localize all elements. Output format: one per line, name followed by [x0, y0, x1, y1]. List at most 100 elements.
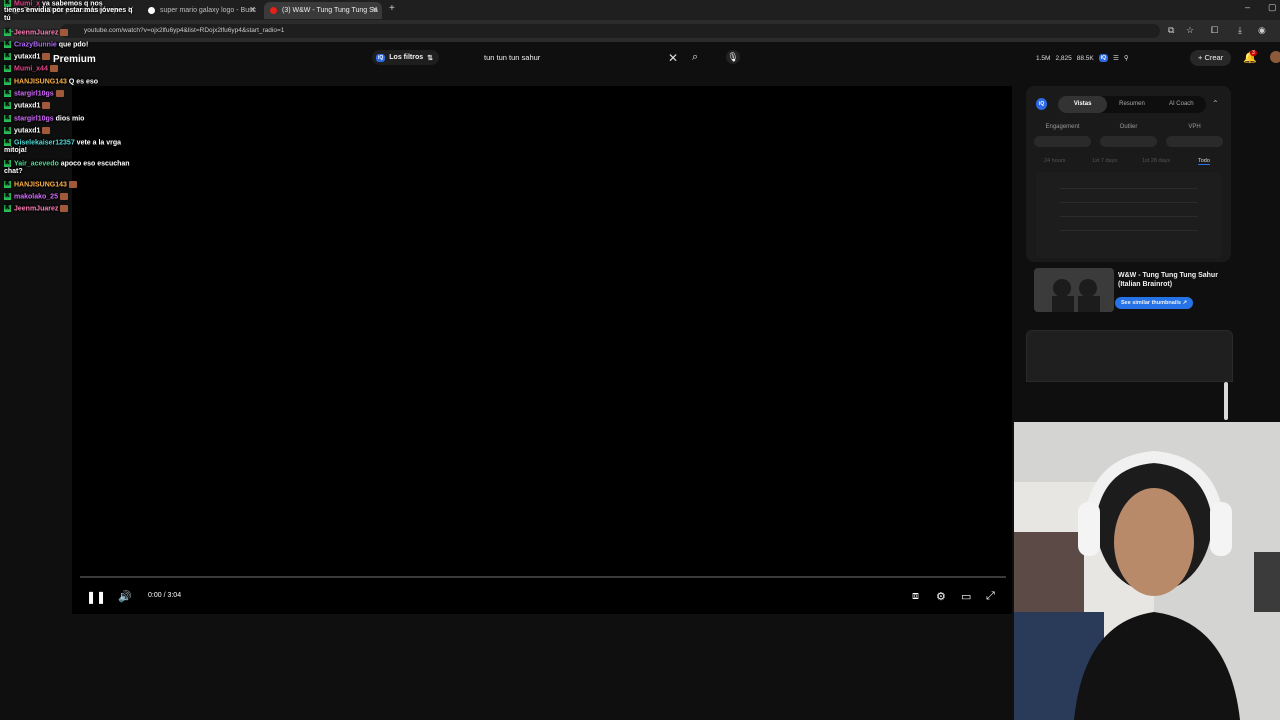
install-icon[interactable]: ⧉ [1168, 25, 1174, 36]
views-stat: 1.5M [1036, 54, 1051, 62]
tab-vistas[interactable]: Vistas [1058, 96, 1108, 113]
chat-username: Mumi_x44 [14, 65, 48, 73]
sliders-icon: ⇅ [427, 54, 433, 62]
emote-icon [68, 181, 77, 188]
tab-3[interactable]: (3) W&W - Tung Tung Tung Sa ✕ [264, 2, 382, 19]
clear-search-icon[interactable]: ✕ [668, 51, 678, 65]
chat-badge-icon: K [4, 78, 11, 85]
fullscreen-icon[interactable]: ⤢ [986, 590, 995, 603]
maximize-icon[interactable]: ▢ [1268, 2, 1277, 13]
chat-message: Kyutaxd1 [4, 127, 134, 135]
url-field[interactable]: youtube.com/watch?v=ojx2lfu6yp4&list=RDo… [60, 24, 1160, 38]
chat-message: Kmakolako_25 [4, 193, 134, 201]
metric-vph: VPH [1188, 124, 1201, 130]
tab-2[interactable]: super mario galaxy logo - Busc ✕ [142, 2, 260, 19]
chat-badge-icon: K [4, 90, 11, 97]
chart-placeholder [1036, 172, 1222, 258]
similar-thumbnails-button[interactable]: See similar thumbnails ↗ [1115, 297, 1194, 309]
emote-icon [42, 102, 51, 109]
search-input[interactable]: tun tun tun sahur [478, 48, 688, 68]
extensions-icon[interactable]: ⧠ [1211, 25, 1218, 36]
chat-message: K HANJISUNG143 [4, 181, 134, 189]
vidiq-icon[interactable]: iQ [1098, 54, 1109, 62]
secondary-panel [1026, 330, 1233, 382]
tab-close-icon[interactable]: ✕ [249, 5, 256, 14]
emote-icon [49, 65, 58, 72]
chat-message: K JeenmJuarez [4, 205, 134, 213]
chat-username: Yair_acevedo [14, 160, 59, 168]
chat-badge-icon: K [4, 53, 11, 60]
chat-badge-icon: K [4, 139, 11, 146]
likes-stat: 88.5K [1076, 54, 1094, 62]
collapse-icon[interactable]: ⌃ [1212, 99, 1219, 108]
range-24h[interactable]: 24 hours [1044, 158, 1065, 164]
trophy-icon[interactable]: ⚲ [1124, 54, 1129, 62]
search-icon[interactable]: ⌕ [692, 51, 698, 64]
external-link-icon: ↗ [1182, 300, 1188, 306]
create-button[interactable]: + Crear [1190, 50, 1232, 66]
tab-3-label: (3) W&W - Tung Tung Tung Sa [282, 7, 378, 14]
microphone-icon[interactable]: 🎙 [726, 50, 740, 64]
download-icon[interactable]: ⤓ [1238, 25, 1242, 36]
subtitles-icon[interactable]: ⧈ [912, 590, 919, 603]
metric-engagement: Engagement [1045, 124, 1080, 130]
pause-icon[interactable]: ❚❚ [86, 590, 106, 604]
metric-outlier: Outlier [1119, 124, 1138, 130]
chat-badge-icon: K [4, 41, 11, 48]
chat-message: Kstargirl10gs dios mio [4, 115, 134, 123]
video-player[interactable] [72, 86, 1012, 614]
avatar[interactable] [1270, 51, 1280, 63]
chat-badge-icon: K [4, 65, 11, 72]
chat-username: stargirl10gs [14, 115, 54, 123]
chat-text: tienes envidia por estar más jóvenes q t… [4, 7, 133, 22]
emote-icon [60, 205, 69, 212]
video-thumbnail[interactable] [1034, 268, 1114, 312]
video-title: W&W - Tung Tung Tung Sahur (Italian Brai… [1118, 272, 1218, 288]
address-bar-row: ← youtube.com/watch?v=ojx2lfu6yp4&list=R… [0, 20, 1280, 42]
similar-label: See similar thumbnails [1121, 300, 1181, 306]
list-icon[interactable]: ☰ [1113, 54, 1119, 62]
chat-message: K JeenmJuarez [4, 29, 134, 37]
chat-message: K HANJISUNG143 Q es eso [4, 78, 134, 86]
chat-username: makolako_25 [14, 193, 58, 201]
tab-2-label: super mario galaxy logo - Busc [160, 7, 257, 14]
minimize-icon[interactable]: – [1245, 2, 1250, 12]
filters-button[interactable]: iQ Los filtros ⇅ [372, 50, 439, 65]
metric-value [1034, 136, 1091, 147]
tab-resumen[interactable]: Resumen [1107, 96, 1156, 113]
chat-badge-icon: K [4, 181, 11, 188]
chat-username: JeenmJuarez [14, 29, 59, 37]
bookmark-star-icon[interactable]: ☆ [1186, 25, 1194, 36]
chat-badge-icon: K [4, 127, 11, 134]
volume-icon[interactable]: 🔊 [118, 590, 132, 603]
comments-stat: 2,825 [1055, 54, 1072, 62]
gear-icon[interactable]: ⚙ [936, 590, 946, 603]
profile-icon[interactable]: ◉ [1258, 25, 1266, 36]
chat-badge-icon: K [4, 0, 11, 7]
chat-username: HANJISUNG143 [14, 78, 67, 86]
range-all[interactable]: Todo [1198, 158, 1210, 165]
new-tab-icon[interactable]: + [389, 3, 395, 14]
chat-username: yutaxd1 [14, 53, 41, 61]
chat-badge-icon: K [4, 115, 11, 122]
emote-icon [59, 193, 68, 200]
theater-mode-icon[interactable]: ▭ [961, 590, 971, 603]
chat-username: HANJISUNG143 [14, 181, 67, 189]
chat-message: Kyutaxd1 [4, 102, 134, 110]
webcam-overlay [1014, 422, 1280, 720]
chat-message: Kyutaxd1 [4, 53, 134, 61]
range-28d[interactable]: 1st 28 days [1142, 158, 1170, 164]
chat-badge-icon: K [4, 29, 11, 36]
scrollbar[interactable] [1224, 382, 1228, 420]
progress-bar[interactable] [80, 576, 1006, 578]
tab-ai-coach[interactable]: AI Coach [1157, 96, 1206, 113]
range-7d[interactable]: 1st 7 days [1092, 158, 1117, 164]
chat-text: que pdo! [56, 41, 89, 49]
chat-message: tienes envidia por estar más jóvenes q t… [4, 7, 134, 23]
chat-message: K Yair_acevedo apoco eso escuchan chat? [4, 160, 134, 176]
emote-icon [42, 53, 51, 60]
chat-username: stargirl10gs [14, 90, 54, 98]
chat-badge-icon: K [4, 193, 11, 200]
tab-close-icon[interactable]: ✕ [371, 5, 378, 14]
chat-badge-icon: K [4, 205, 11, 212]
